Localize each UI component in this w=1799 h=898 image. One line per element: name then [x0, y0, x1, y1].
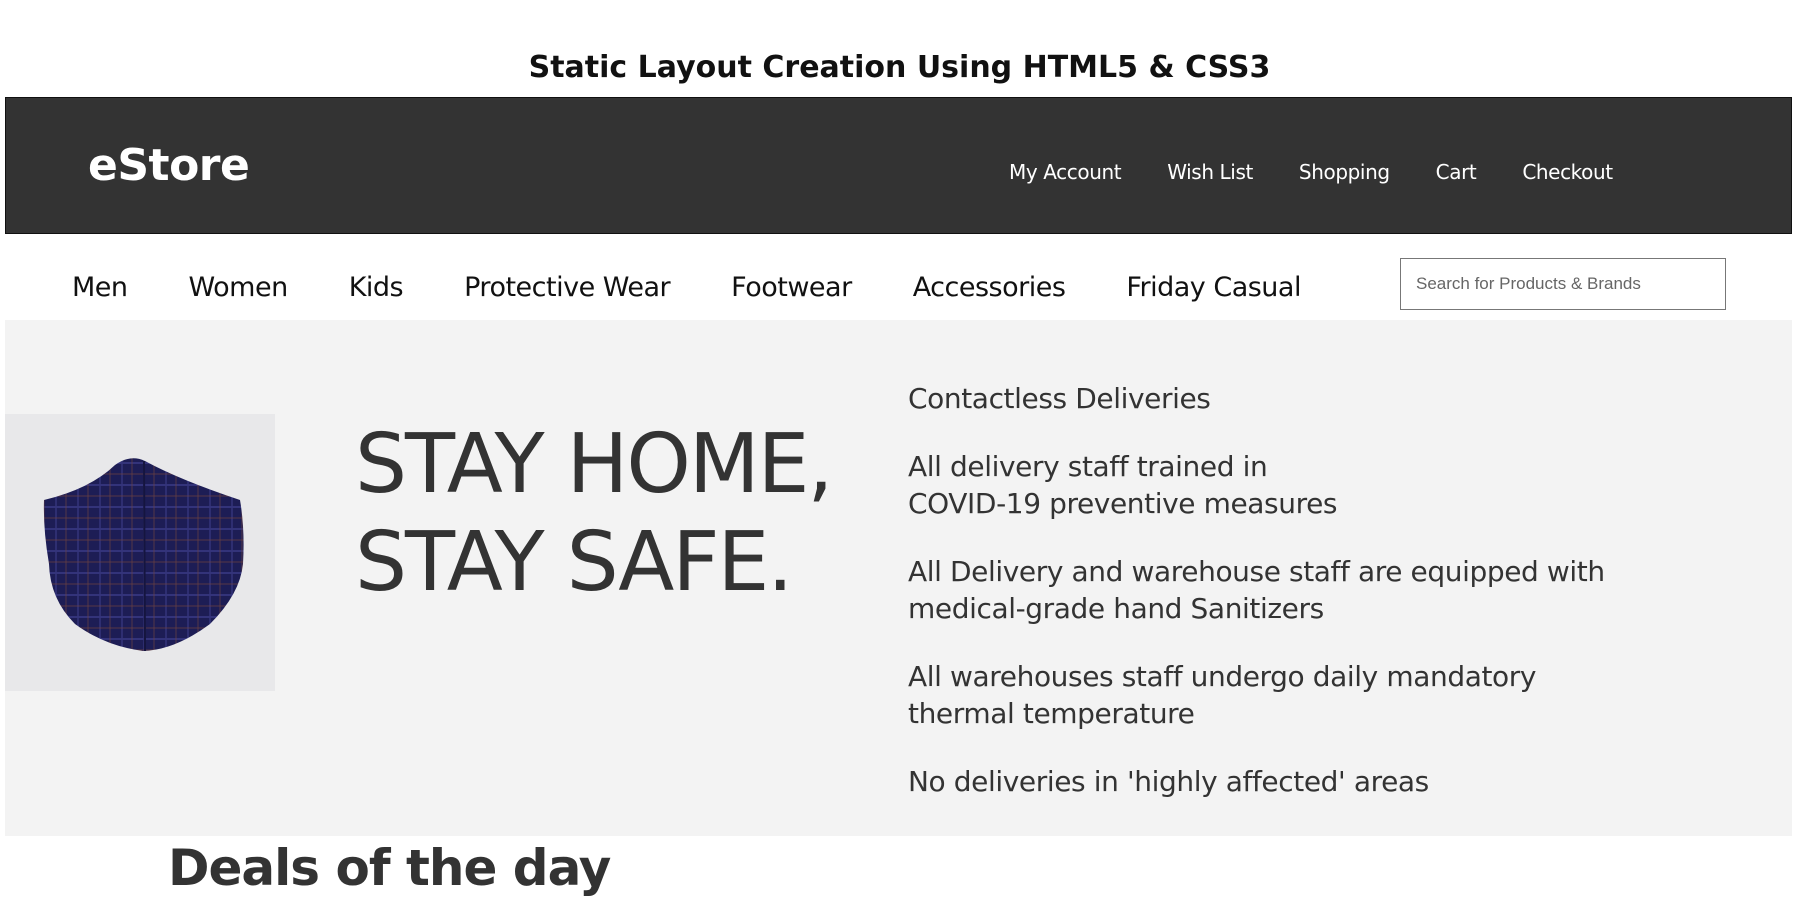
- notice-item: All Delivery and warehouse staff are equ…: [908, 555, 1605, 625]
- slogan-line-2: STAY SAFE.: [355, 515, 793, 610]
- face-mask-image: [5, 414, 275, 691]
- store-header: eStore My Account Wish List Shopping Car…: [5, 97, 1792, 234]
- page-heading: Static Layout Creation Using HTML5 & CSS…: [528, 50, 1271, 86]
- category-accessories-link[interactable]: Accessories: [913, 272, 1066, 303]
- notice-item: All warehouses staff undergo daily manda…: [908, 660, 1537, 730]
- category-friday-casual-link[interactable]: Friday Casual: [1126, 272, 1301, 303]
- safety-notices: Contactless Deliveries All delivery staf…: [908, 380, 1628, 831]
- category-kids-link[interactable]: Kids: [349, 272, 404, 303]
- nav-checkout-link[interactable]: Checkout: [1522, 160, 1613, 184]
- notice-item: Contactless Deliveries: [908, 382, 1211, 415]
- face-mask-graphic: [43, 458, 244, 652]
- hero-slogan: STAY HOME, STAY SAFE.: [355, 416, 833, 612]
- deals-title: Deals of the day: [168, 839, 611, 897]
- search-input[interactable]: [1400, 258, 1726, 310]
- account-nav: My Account Wish List Shopping Cart Check…: [1009, 160, 1613, 184]
- category-nav: Men Women Kids Protective Wear Footwear …: [72, 272, 1301, 303]
- category-women-link[interactable]: Women: [189, 272, 289, 303]
- notice-item: All delivery staff trained in COVID-19 p…: [908, 450, 1338, 520]
- notice-item: No deliveries in 'highly affected' areas: [908, 765, 1429, 798]
- nav-cart-link[interactable]: Cart: [1436, 160, 1477, 184]
- slogan-line-1: STAY HOME,: [355, 417, 833, 512]
- category-protective-wear-link[interactable]: Protective Wear: [464, 272, 671, 303]
- nav-my-account-link[interactable]: My Account: [1009, 160, 1122, 184]
- estore-logo[interactable]: eStore: [88, 140, 250, 191]
- category-footwear-link[interactable]: Footwear: [731, 272, 852, 303]
- hero-banner: STAY HOME, STAY SAFE. Contactless Delive…: [5, 320, 1792, 836]
- nav-shopping-link[interactable]: Shopping: [1299, 160, 1390, 184]
- nav-wish-list-link[interactable]: Wish List: [1167, 160, 1253, 184]
- category-men-link[interactable]: Men: [72, 272, 128, 303]
